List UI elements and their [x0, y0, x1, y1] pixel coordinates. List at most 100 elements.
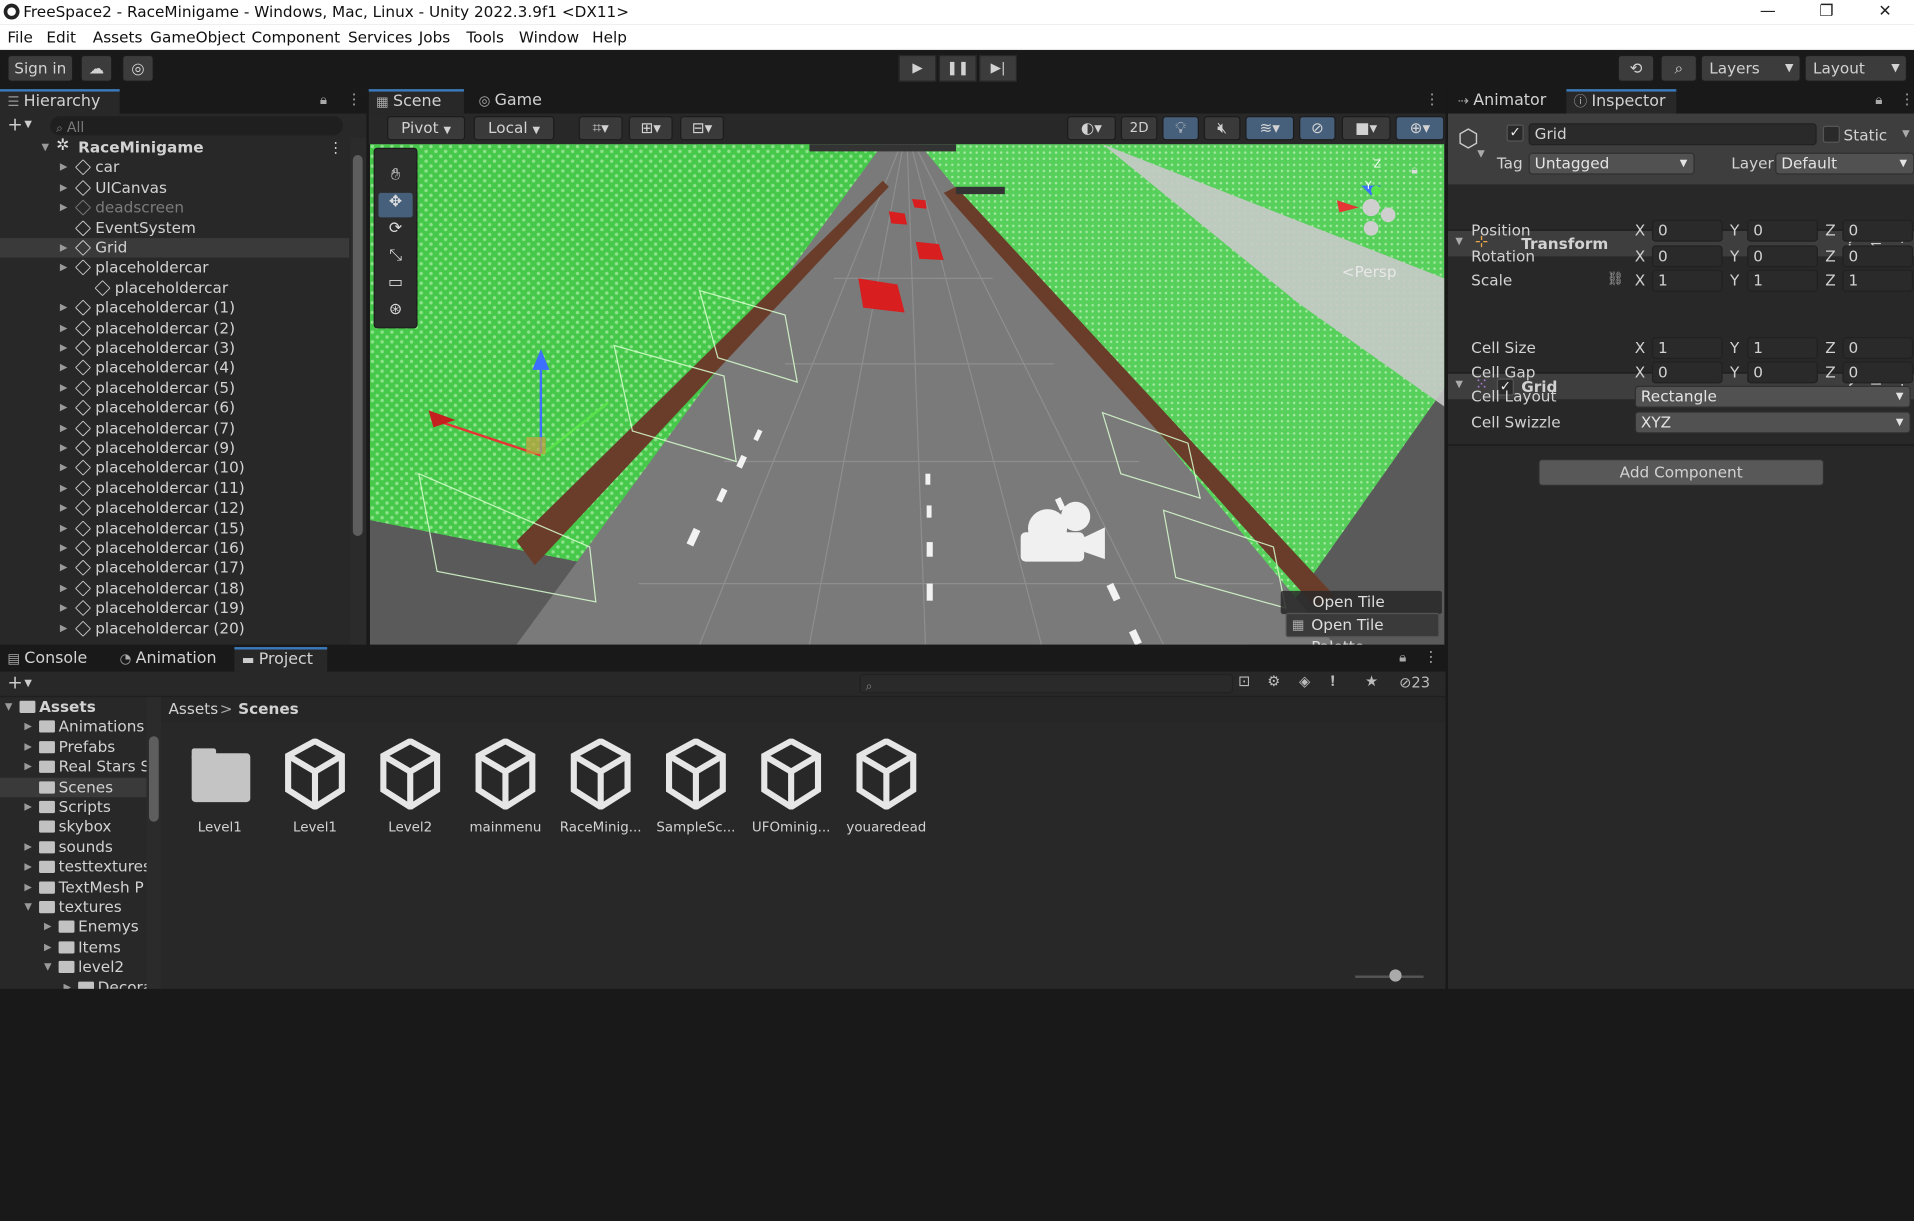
project-tree-item[interactable]: ▶ Animations: [0, 717, 147, 737]
project-tree-item[interactable]: ▶ Prefabs: [0, 737, 147, 757]
menu-edit[interactable]: Edit: [46, 24, 76, 50]
layer-dropdown[interactable]: Default ▼: [1775, 152, 1914, 175]
scrollbar-thumb[interactable]: [352, 155, 363, 536]
scene-root-row[interactable]: ▼ ✲ RaceMinigame ⋮: [0, 138, 349, 158]
cell-size-z-input[interactable]: 0: [1842, 336, 1914, 359]
history-icon[interactable]: ⟲: [1617, 54, 1655, 82]
expand-arrow-icon[interactable]: ▶: [60, 378, 68, 398]
add-component-button[interactable]: Add Component: [1538, 459, 1825, 486]
breadcrumb-scenes[interactable]: Scenes: [238, 697, 299, 721]
tab-scene[interactable]: ▦ Scene: [368, 89, 464, 114]
axis-gizmo-icon[interactable]: [1325, 161, 1418, 246]
warning-icon[interactable]: ❗︎: [1331, 673, 1335, 691]
camera-icon[interactable]: ■▾: [1341, 115, 1391, 141]
cell-gap-y-input[interactable]: 0: [1747, 361, 1818, 384]
expand-arrow-icon[interactable]: ▶: [44, 917, 52, 937]
scene-view[interactable]: ✋︎ ✥ ⟳ ⤡ ▭ ⊛ Z Y 🔒︎ <Persp Open Tile Pal…: [369, 144, 1445, 645]
static-checkbox[interactable]: [1822, 125, 1840, 143]
hierarchy-item[interactable]: ▶ placeholdercar: [0, 258, 349, 278]
scale-y-input[interactable]: 1: [1747, 269, 1818, 292]
project-tree-item[interactable]: ▼ textures: [0, 897, 147, 917]
hierarchy-item[interactable]: ▶ deadscreen: [0, 198, 349, 218]
layout-dropdown[interactable]: Layout ▼: [1804, 54, 1908, 82]
persp-label[interactable]: <Persp: [1342, 262, 1397, 280]
position-y-input[interactable]: 0: [1747, 219, 1818, 242]
hidden-objects-icon[interactable]: ⊘: [1299, 115, 1336, 141]
more-options-icon[interactable]: ⋮: [1900, 90, 1914, 107]
lock-icon[interactable]: 🔒︎: [1399, 650, 1406, 667]
hierarchy-item[interactable]: ▶ placeholdercar (20): [0, 619, 349, 639]
project-tree-item[interactable]: ▶ Decora: [0, 977, 147, 989]
toggle-2d-button[interactable]: 2D: [1120, 115, 1158, 141]
expand-arrow-icon[interactable]: ▶: [60, 578, 68, 598]
expand-arrow-icon[interactable]: ▼: [42, 138, 50, 158]
chevron-down-icon[interactable]: ▼: [1455, 236, 1463, 247]
expand-arrow-icon[interactable]: ▶: [63, 977, 71, 989]
hierarchy-item[interactable]: ▶ placeholdercar (17): [0, 558, 349, 578]
hierarchy-item[interactable]: ▶ placeholdercar (5): [0, 378, 349, 398]
slider-thumb[interactable]: [1389, 969, 1402, 982]
favorite-icon[interactable]: ★: [1365, 673, 1378, 690]
rotation-z-input[interactable]: 0: [1842, 245, 1914, 268]
tag-dropdown[interactable]: Untagged ▼: [1528, 152, 1695, 175]
tab-console[interactable]: ▤ Console: [0, 647, 103, 671]
ruler-icon[interactable]: ⊟▾: [680, 115, 724, 141]
tab-project[interactable]: ▬ Project: [234, 647, 328, 672]
hand-tool-icon[interactable]: ✋︎: [378, 166, 412, 190]
rotation-x-input[interactable]: 0: [1651, 245, 1723, 268]
asset-scene-raceminigame[interactable]: RaceMinig...: [553, 738, 648, 849]
expand-arrow-icon[interactable]: ▶: [60, 598, 68, 618]
scale-tool-icon[interactable]: ⤡: [378, 247, 412, 271]
scrollbar-thumb[interactable]: [148, 736, 159, 822]
expand-arrow-icon[interactable]: ▶: [60, 438, 68, 458]
expand-arrow-icon[interactable]: ▶: [24, 757, 32, 777]
menu-component[interactable]: Component: [252, 24, 341, 50]
expand-arrow-icon[interactable]: ▼: [44, 957, 52, 977]
expand-arrow-icon[interactable]: ▶: [24, 857, 32, 877]
expand-arrow-icon[interactable]: ▶: [60, 318, 68, 338]
expand-arrow-icon[interactable]: ▶: [60, 298, 68, 318]
more-options-icon[interactable]: ⋮: [1424, 648, 1439, 665]
tab-animator[interactable]: ⇢ Animator: [1448, 89, 1565, 113]
expand-arrow-icon[interactable]: ▶: [44, 937, 52, 957]
expand-arrow-icon[interactable]: ▶: [60, 558, 68, 578]
breadcrumb-assets[interactable]: Assets: [168, 697, 218, 721]
project-search-input[interactable]: ⌕: [859, 673, 1234, 694]
asset-scene-mainmenu[interactable]: mainmenu: [458, 738, 553, 849]
tab-game[interactable]: ◎ Game: [471, 89, 556, 113]
expand-arrow-icon[interactable]: ▶: [60, 418, 68, 438]
project-tree-item[interactable]: ▶ Items: [0, 937, 147, 957]
project-tree-item[interactable]: ▶ Scripts: [0, 797, 147, 817]
expand-arrow-icon[interactable]: ▶: [24, 797, 32, 817]
hierarchy-item[interactable]: ▶ placeholdercar (7): [0, 418, 349, 438]
hierarchy-item[interactable]: ▶ placeholdercar (19): [0, 598, 349, 618]
rect-tool-icon[interactable]: ▭: [378, 273, 412, 297]
expand-arrow-icon[interactable]: ▶: [60, 518, 68, 538]
expand-arrow-icon[interactable]: ▼: [5, 697, 13, 717]
hierarchy-item[interactable]: ▶ UICanvas: [0, 178, 349, 198]
add-icon[interactable]: +: [7, 114, 22, 136]
filter-type-icon[interactable]: ⚙︎: [1267, 673, 1280, 690]
chevron-down-icon[interactable]: ▼: [1455, 378, 1463, 389]
asset-scene-samplescene[interactable]: SampleSc...: [648, 738, 743, 849]
project-tree-scrollbar[interactable]: [146, 697, 162, 989]
menu-services[interactable]: Services: [348, 24, 412, 50]
hierarchy-item[interactable]: ▶ Grid: [0, 238, 350, 259]
project-tree-item[interactable]: ▶ Enemys: [0, 917, 147, 937]
asset-scene-ufominigame[interactable]: UFOminig...: [744, 738, 839, 849]
hierarchy-item[interactable]: ▶ placeholdercar (10): [0, 458, 349, 478]
position-z-input[interactable]: 0: [1842, 219, 1914, 242]
expand-arrow-icon[interactable]: ▶: [60, 398, 68, 418]
expand-arrow-icon[interactable]: ▶: [60, 358, 68, 378]
more-options-icon[interactable]: ⋮: [328, 138, 343, 158]
local-dropdown[interactable]: Local ▼: [473, 115, 555, 141]
lock-icon[interactable]: 🔒︎: [1411, 164, 1418, 177]
menu-gameobject[interactable]: GameObject: [150, 24, 245, 50]
rotation-y-input[interactable]: 0: [1747, 245, 1818, 268]
scale-z-input[interactable]: 1: [1842, 269, 1914, 292]
asset-scene-level2[interactable]: Level2: [363, 738, 458, 849]
asset-scene-level1[interactable]: Level1: [267, 738, 362, 849]
expand-arrow-icon[interactable]: ▶: [60, 458, 68, 478]
expand-arrow-icon[interactable]: ▶: [24, 877, 32, 897]
lock-icon[interactable]: 🔒︎: [1875, 92, 1882, 109]
